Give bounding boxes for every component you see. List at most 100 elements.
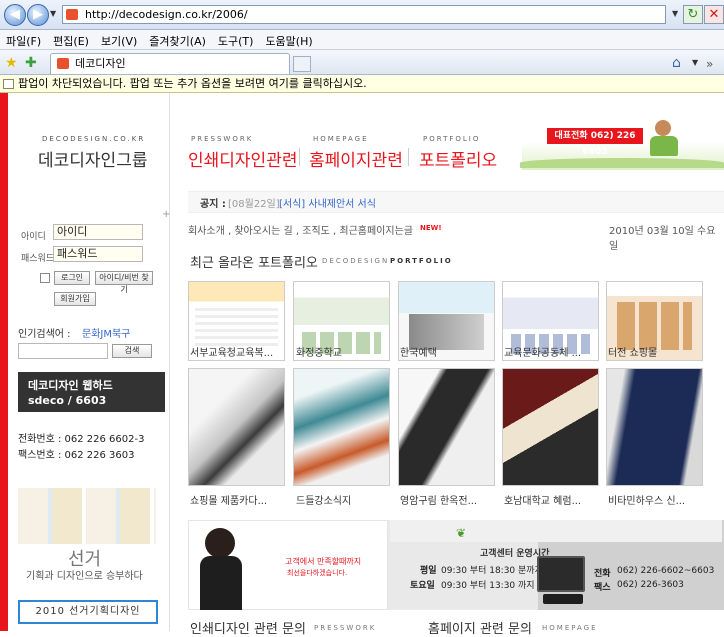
portfolio-caption[interactable]: 교육문화공동체 ... — [504, 344, 604, 359]
sidebar-plus-icon: + — [162, 209, 171, 220]
popular-search-label: 인기검색어 : — [18, 329, 71, 340]
weekday-label: 평일 — [420, 566, 437, 576]
nav-small-homepage: HOMEPAGE — [313, 135, 369, 143]
nav-presswork[interactable]: 인쇄디자인관련 — [188, 146, 297, 171]
portfolio-thumb[interactable] — [293, 368, 390, 486]
search-button[interactable]: 검색 — [112, 344, 152, 358]
url-dropdown-icon[interactable]: ▼ — [672, 9, 678, 18]
tab-favicon-icon — [57, 58, 69, 69]
nav-small-presswork: PRESSWORK — [191, 135, 254, 143]
election-button[interactable]: 2010 선거기획디자인 — [18, 600, 158, 624]
fax-number: 062) 226-3603 — [617, 580, 684, 590]
portfolio-sub1: DECODESIGN — [322, 257, 390, 265]
saturday-label: 토요일 — [410, 581, 435, 591]
portfolio-caption[interactable]: 호남대학교 혜럼... — [504, 492, 604, 507]
homepage-inquiry-title: 홈페이지 관련 문의 — [428, 622, 532, 637]
notice-link[interactable]: [서식] 사내제안서 서식 — [279, 195, 376, 210]
woman-illustration-body — [650, 136, 678, 156]
grass-hill — [520, 158, 724, 168]
contact-fax: 팩스번호 : 062 226 3603 — [18, 450, 135, 461]
portfolio-sub2: PORTFOLIO — [390, 257, 453, 265]
portfolio-thumb[interactable] — [502, 368, 599, 486]
menu-help[interactable]: 도움말(H) — [259, 30, 318, 49]
computer-monitor-icon — [537, 556, 585, 592]
quick-links[interactable]: 회사소개 , 찾아오시는 길 , 조직도 , 최근홈페이지는글 — [188, 222, 413, 237]
stop-icon[interactable]: ✕ — [704, 5, 724, 24]
tab-decodesign[interactable]: 데코디자인 — [50, 53, 290, 74]
weekday-hours: 09:30 부터 18:30 분까지 — [441, 566, 543, 576]
join-button[interactable]: 회원가입 — [54, 292, 96, 306]
nav-homepage[interactable]: 홈페이지관련 — [309, 146, 403, 171]
nav-divider — [299, 148, 300, 166]
portfolio-thumb[interactable] — [188, 368, 285, 486]
new-badge: NEW! — [420, 224, 442, 232]
election-thumbnails[interactable] — [18, 488, 156, 544]
password-label: 패스워드 — [21, 254, 55, 264]
menu-tools[interactable]: 도구(T) — [212, 30, 260, 49]
add-favorite-icon[interactable]: ✚ — [25, 55, 37, 71]
service-slogan-2: 최선을다하겠습니다. — [287, 569, 348, 577]
menu-file[interactable]: 파일(F) — [0, 30, 47, 49]
portfolio-caption[interactable]: 드들강소식지 — [296, 492, 396, 507]
menu-favorites[interactable]: 즐겨찾기(A) — [143, 30, 212, 49]
logo[interactable]: 데코디자인그룹 — [38, 146, 147, 171]
presswork-inquiry-title: 인쇄디자인 관련 문의 — [190, 622, 306, 637]
portfolio-caption[interactable]: 서부교육청교육복... — [190, 344, 290, 359]
portfolio-title: 최근 올라온 포트폴리오 — [190, 256, 318, 271]
toolbar-more-icon[interactable]: » — [706, 57, 713, 71]
back-button[interactable]: ◀ — [4, 4, 26, 26]
portfolio-caption[interactable]: 쇼핑몰 제품카다... — [190, 492, 290, 507]
home-icon[interactable]: ⌂ — [672, 55, 681, 71]
portfolio-caption[interactable]: 터전 쇼핑몰 — [608, 344, 708, 359]
red-side-stripe — [0, 93, 8, 631]
woman-illustration — [655, 120, 671, 136]
login-button[interactable]: 로그인 — [54, 271, 90, 285]
phone-badge: 대표전화 062) 226 6603 — [547, 128, 643, 157]
refresh-icon[interactable]: ↻ — [683, 5, 703, 24]
service-banner-top — [390, 520, 722, 542]
sprout-icon: ❦ — [456, 526, 467, 540]
popular-search-link[interactable]: 문화JM북구 — [82, 325, 130, 340]
portfolio-caption[interactable]: 화정중학교 — [296, 344, 396, 359]
computer-keyboard-icon — [543, 594, 583, 604]
contact-phone: 전화번호 : 062 226 6602-3 — [18, 434, 145, 445]
tel-label: 전화 — [594, 569, 611, 579]
notice-date: [08월22일] — [228, 199, 280, 210]
menu-view[interactable]: 보기(V) — [95, 30, 143, 49]
portfolio-thumb[interactable] — [398, 368, 495, 486]
find-account-button[interactable]: 아이디/비번 찾기 — [95, 271, 153, 294]
site-favicon-icon — [66, 9, 78, 20]
url-input[interactable]: http://decodesign.co.kr/2006/ — [62, 5, 666, 24]
webhard-box[interactable]: 데코디자인 웹하드 sdeco / 6603 — [18, 372, 165, 412]
consultant-photo-body — [200, 556, 242, 610]
history-dropdown-icon[interactable]: ▼ — [50, 9, 56, 18]
remember-checkbox[interactable] — [40, 273, 50, 283]
service-slogan: 고객에서 만족할때까지 — [285, 557, 362, 566]
portfolio-thumb[interactable] — [606, 368, 703, 486]
today-date: 2010년 03월 10일 수요일 — [609, 226, 716, 252]
logo-small-text: DECODESIGN.CO.KR — [42, 135, 146, 143]
menu-edit[interactable]: 편집(E) — [47, 30, 95, 49]
webhard-title: 데코디자인 웹하드 — [28, 379, 113, 392]
election-subtitle: 기획과 디자인으로 승부하다 — [26, 571, 143, 582]
popup-blocked-icon — [3, 79, 14, 89]
popup-blocked-bar[interactable]: 팝업이 차단되었습니다. 팝업 또는 추가 옵션을 보려면 여기를 클릭하십시오… — [0, 75, 724, 93]
nav-divider — [408, 148, 409, 166]
nav-portfolio[interactable]: 포트폴리오 — [419, 146, 497, 171]
portfolio-caption[interactable]: 한국예택 — [400, 344, 500, 359]
portfolio-caption[interactable]: 비타민하우스 신... — [608, 492, 708, 507]
favorites-star-icon[interactable]: ★ — [5, 55, 18, 71]
nav-small-portfolio: PORTFOLIO — [423, 135, 481, 143]
menu-bar: 파일(F) 편집(E) 보기(V) 즐겨찾기(A) 도구(T) 도움말(H) — [0, 30, 724, 50]
fax-label: 팩스 — [594, 583, 611, 593]
id-input[interactable]: 아이디 — [53, 224, 143, 240]
forward-button[interactable]: ▶ — [27, 4, 49, 26]
portfolio-caption[interactable]: 영암구림 한옥전... — [400, 492, 500, 507]
notice-label: 공지 : — [200, 199, 226, 210]
search-input[interactable] — [18, 343, 108, 359]
home-dropdown-icon[interactable]: ▼ — [692, 58, 698, 67]
tel-number: 062) 226-6602~6603 — [617, 566, 715, 576]
new-tab-button[interactable] — [293, 56, 311, 72]
consultant-photo — [205, 528, 235, 558]
password-input[interactable]: 패스워드 — [53, 246, 143, 262]
